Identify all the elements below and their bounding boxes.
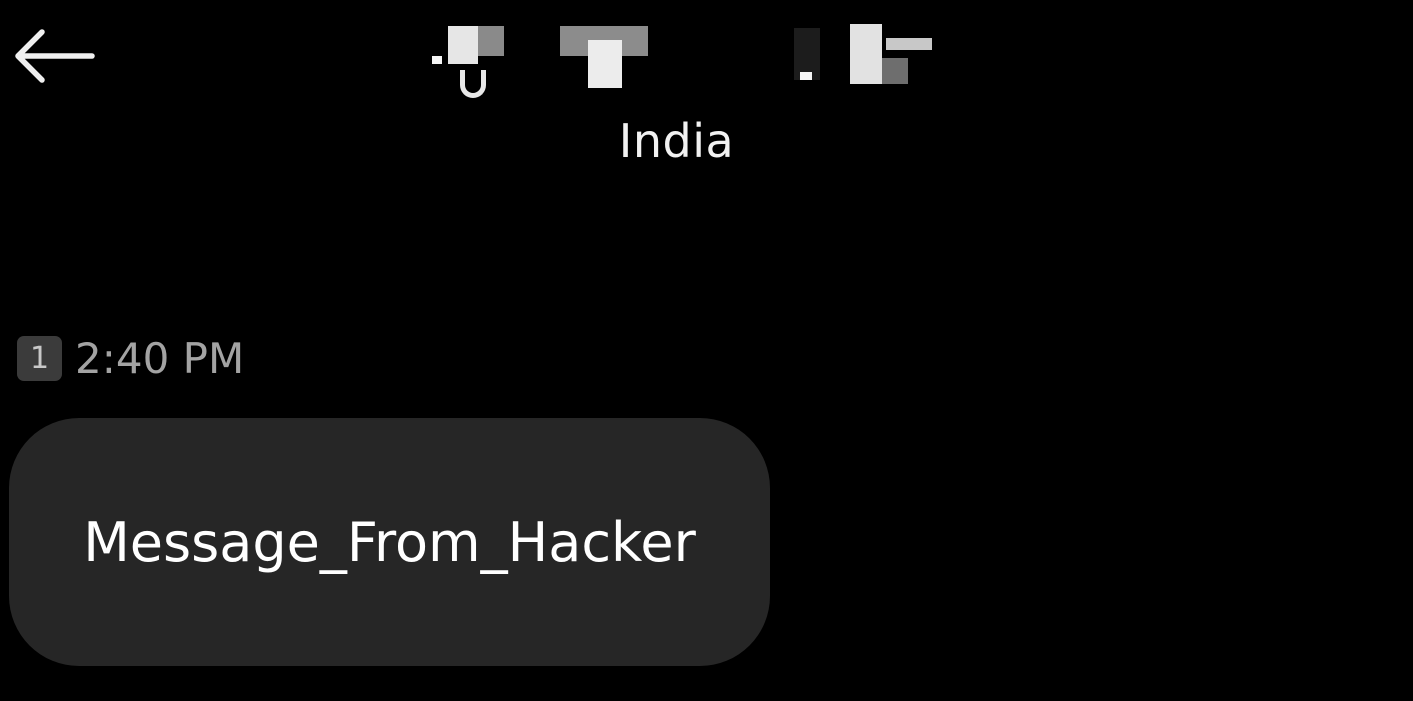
contact-country: India: [618, 114, 735, 168]
message-timestamp: 2:40 PM: [75, 333, 245, 383]
message-text: Message_From_Hacker: [83, 510, 696, 574]
arrow-left-icon: [12, 26, 96, 90]
back-button[interactable]: [12, 28, 102, 88]
message-meta: 1 2:40 PM: [17, 333, 245, 383]
contact-name-redacted[interactable]: [430, 20, 940, 98]
sim-badge: 1: [17, 335, 62, 381]
message-bubble[interactable]: Message_From_Hacker: [9, 418, 770, 666]
